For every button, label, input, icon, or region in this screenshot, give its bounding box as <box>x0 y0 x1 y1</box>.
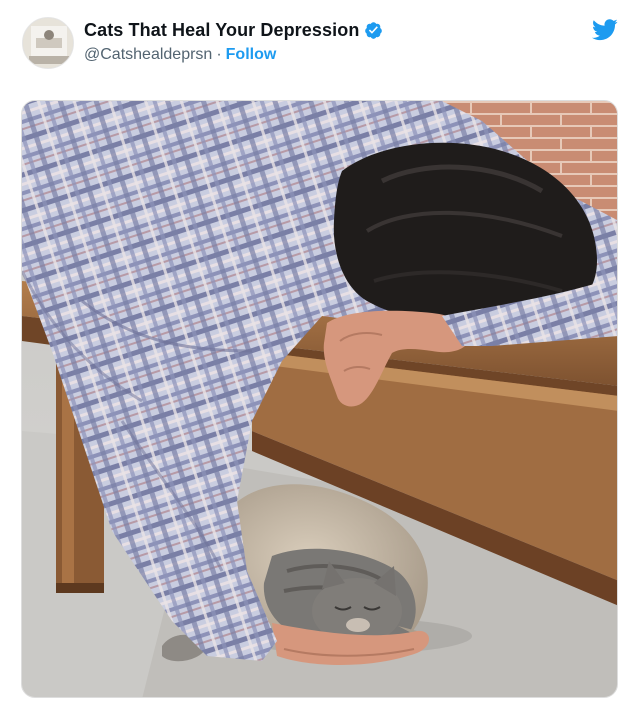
follow-button[interactable]: Follow <box>226 46 277 64</box>
handle-row: @Catshealdeprsn · Follow <box>84 46 276 64</box>
verified-badge-icon <box>364 21 383 40</box>
avatar[interactable] <box>22 17 74 69</box>
photo-scene <box>22 101 617 697</box>
twitter-bird-icon[interactable] <box>591 19 618 41</box>
name-row: Cats That Heal Your Depression <box>84 20 383 41</box>
display-name[interactable]: Cats That Heal Your Depression <box>84 20 359 41</box>
tweet-header: Cats That Heal Your Depression @Catsheal… <box>0 0 640 100</box>
tweet-photo[interactable] <box>21 100 618 698</box>
separator-dot: · <box>216 46 222 63</box>
handle[interactable]: @Catshealdeprsn <box>84 46 212 64</box>
